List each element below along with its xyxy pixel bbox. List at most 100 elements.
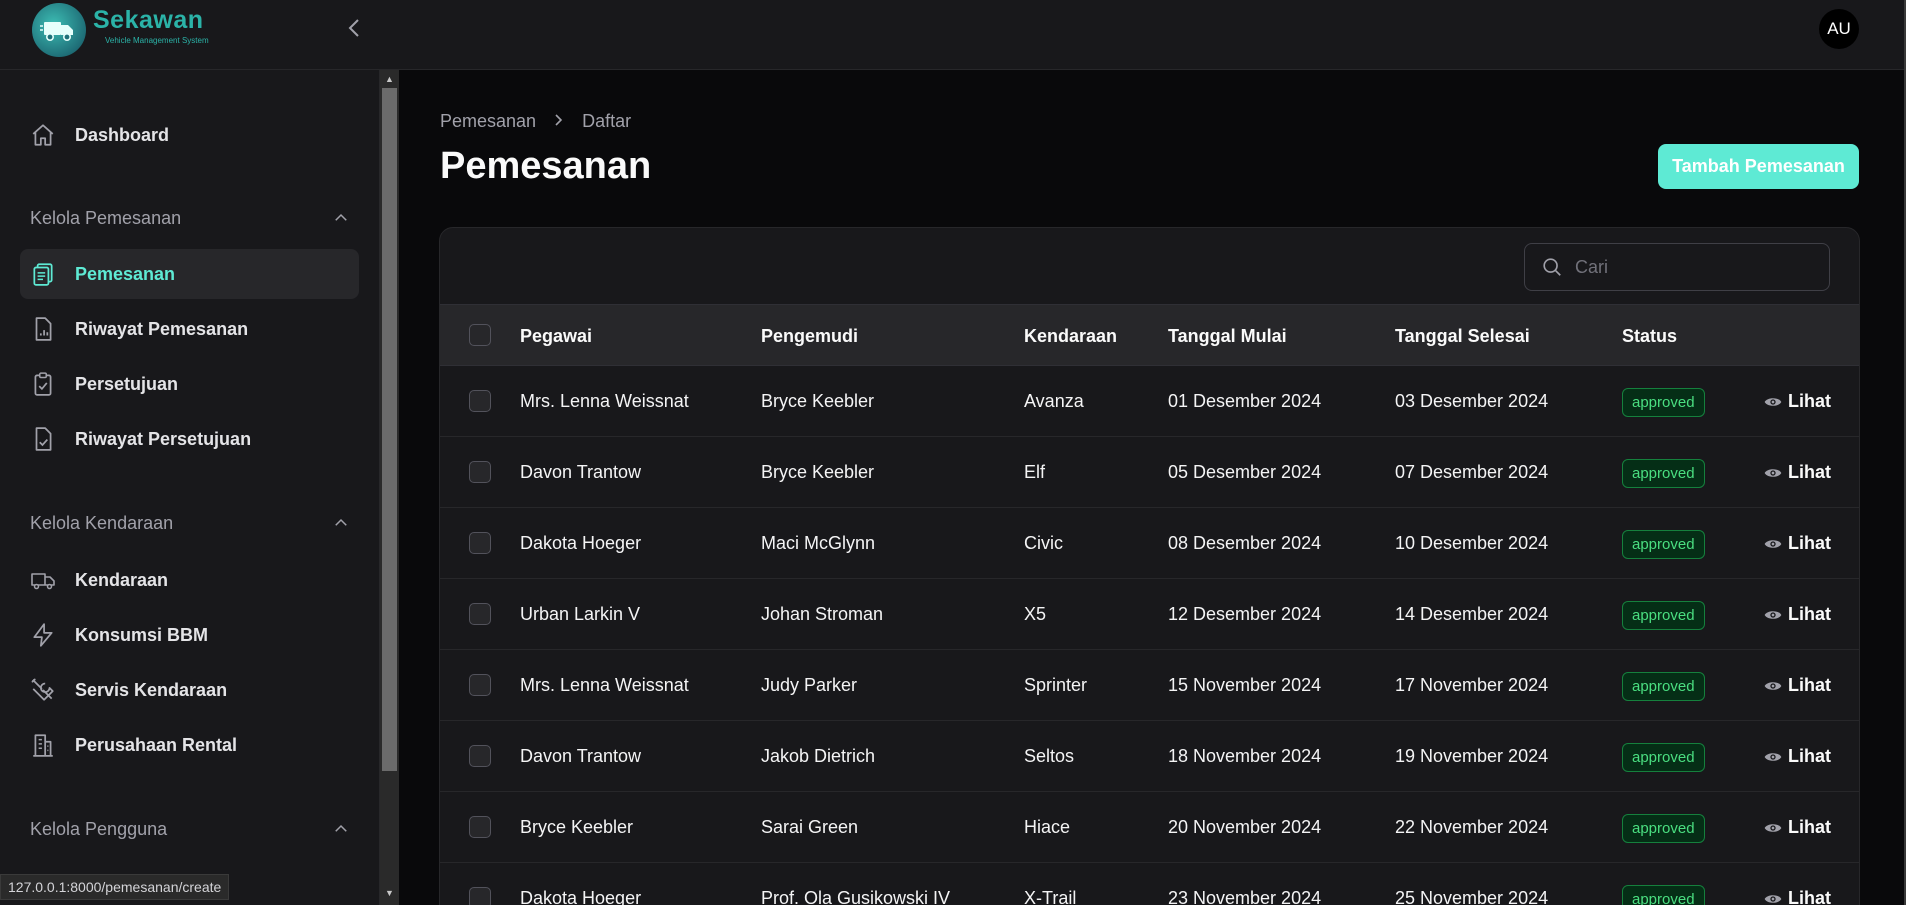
cell-pengemudi: Johan Stroman	[761, 604, 884, 624]
group-kelola-pemesanan[interactable]: Kelola Pemesanan	[30, 203, 350, 233]
cell-selesai: 22 November 2024	[1395, 817, 1549, 837]
sidebar-item-label: Riwayat Persetujuan	[75, 428, 252, 449]
cell-mulai: 01 Desember 2024	[1168, 391, 1322, 411]
cell-pegawai: Mrs. Lenna Weissnat	[520, 391, 689, 411]
sidebar-item-pemesanan[interactable]: Pemesanan	[20, 249, 359, 299]
cell-mulai: 12 Desember 2024	[1168, 604, 1322, 624]
breadcrumb-current: Daftar	[582, 111, 632, 131]
cell-selesai: 19 November 2024	[1395, 746, 1549, 766]
view-link-label: Lihat	[1788, 675, 1831, 695]
table-row[interactable]: Dakota Hoeger Prof. Ola Gusikowski IV X-Tr…	[440, 863, 1859, 905]
cell-kendaraan: Hiace	[1024, 817, 1071, 837]
brand: Sekawan Vehicle Management System	[93, 6, 209, 45]
cell-selesai: 03 Desember 2024	[1395, 391, 1549, 411]
cell-kendaraan: Avanza	[1024, 391, 1084, 411]
row-checkbox[interactable]	[469, 816, 491, 838]
eye-icon	[1764, 539, 1782, 548]
sidebar-scrollbar[interactable]: ▲ ▼	[380, 70, 399, 905]
logo[interactable]	[32, 3, 86, 57]
row-checkbox[interactable]	[469, 674, 491, 696]
search-box[interactable]	[1524, 243, 1830, 291]
group-kelola-pengguna[interactable]: Kelola Pengguna	[30, 814, 350, 844]
table-row[interactable]: Dakota Hoeger Maci McGlynn Civic 08 Desembe…	[440, 508, 1859, 579]
scroll-down-arrow-icon[interactable]: ▼	[380, 885, 399, 901]
row-checkbox[interactable]	[469, 461, 491, 483]
column-header-pengemudi[interactable]: Pengemudi	[761, 305, 858, 367]
view-link-label: Lihat	[1788, 746, 1831, 766]
table-row[interactable]: Mrs. Lenna Weissnat Judy Parker Sprinter 15…	[440, 650, 1859, 721]
table-row[interactable]: Bryce Keebler Sarai Green Hiace 20 November…	[440, 792, 1859, 863]
column-header-pegawai[interactable]: Pegawai	[520, 305, 592, 367]
row-checkbox[interactable]	[469, 745, 491, 767]
truck-icon	[30, 567, 56, 593]
page-title: Pemesanan	[440, 145, 652, 187]
eye-icon	[1764, 468, 1782, 477]
view-link-label: Lihat	[1788, 391, 1831, 411]
view-link[interactable]: Lihat	[1763, 863, 1831, 905]
cell-pegawai: Mrs. Lenna Weissnat	[520, 675, 689, 695]
chevron-up-icon	[335, 824, 347, 832]
view-link[interactable]: Lihat	[1763, 579, 1831, 650]
eye-icon	[1764, 823, 1782, 832]
row-checkbox[interactable]	[469, 603, 491, 625]
search-input[interactable]	[1575, 256, 1815, 278]
clipboard-icon	[30, 261, 56, 287]
view-link[interactable]: Lihat	[1763, 721, 1831, 792]
row-checkbox[interactable]	[469, 390, 491, 412]
breadcrumb-parent[interactable]: Pemesanan	[440, 111, 536, 132]
scrollbar-thumb[interactable]	[382, 88, 397, 771]
cell-selesai: 07 Desember 2024	[1395, 462, 1549, 482]
view-link[interactable]: Lihat	[1763, 650, 1831, 721]
status-badge: approved	[1622, 814, 1705, 843]
sidebar-item-kendaraan[interactable]: Kendaraan	[20, 555, 359, 605]
view-link[interactable]: Lihat	[1763, 437, 1831, 508]
cell-pengemudi: Prof. Ola Gusikowski IV	[761, 888, 951, 905]
table-row[interactable]: Mrs. Lenna Weissnat Bryce Keebler Avanza 01…	[440, 366, 1859, 437]
column-header-tanggal-mulai[interactable]: Tanggal Mulai	[1168, 305, 1287, 367]
clipboard-check-icon	[30, 371, 56, 397]
table-row[interactable]: Davon Trantow Bryce Keebler Elf 05 Desember…	[440, 437, 1859, 508]
eye-icon	[1764, 681, 1782, 690]
sidebar-item-riwayat-persetujuan[interactable]: Riwayat Persetujuan	[20, 414, 359, 464]
sidebar-collapse-button[interactable]	[343, 16, 367, 40]
sidebar-item-perusahaan-rental[interactable]: Perusahaan Rental	[20, 720, 359, 770]
row-checkbox[interactable]	[469, 532, 491, 554]
sidebar-item-label: Servis Kendaraan	[75, 679, 228, 700]
sidebar-item-label: Perusahaan Rental	[75, 734, 238, 755]
cell-pegawai: Dakota Hoeger	[520, 888, 642, 905]
sidebar-item-label: Konsumsi BBM	[75, 624, 209, 645]
view-link[interactable]: Lihat	[1763, 366, 1831, 437]
eye-icon	[1764, 610, 1782, 619]
scroll-up-arrow-icon[interactable]: ▲	[380, 71, 399, 87]
column-header-status[interactable]: Status	[1622, 305, 1677, 367]
brand-name: Sekawan	[93, 6, 204, 34]
view-link[interactable]: Lihat	[1763, 508, 1831, 579]
status-badge: approved	[1622, 672, 1705, 701]
sidebar-item-servis-kendaraan[interactable]: Servis Kendaraan	[20, 665, 359, 715]
sidebar-item-persetujuan[interactable]: Persetujuan	[20, 359, 359, 409]
cell-mulai: 05 Desember 2024	[1168, 462, 1322, 482]
wrench-screwdriver-icon	[30, 677, 56, 703]
column-header-kendaraan[interactable]: Kendaraan	[1024, 305, 1117, 367]
chevron-up-icon	[335, 213, 347, 221]
status-badge: approved	[1622, 388, 1705, 417]
group-kelola-kendaraan[interactable]: Kelola Kendaraan	[30, 508, 350, 538]
cell-kendaraan: Sprinter	[1024, 675, 1088, 695]
select-all-checkbox[interactable]	[469, 324, 491, 346]
top-bar: Sekawan Vehicle Management System AU	[0, 0, 1906, 70]
tambah-pemesanan-button[interactable]: Tambah Pemesanan	[1658, 144, 1859, 189]
cell-mulai: 23 November 2024	[1168, 888, 1322, 905]
cell-selesai: 10 Desember 2024	[1395, 533, 1549, 553]
home-icon	[30, 122, 56, 148]
sidebar-item-dashboard[interactable]: Dashboard	[20, 110, 359, 160]
column-header-tanggal-selesai[interactable]: Tanggal Selesai	[1395, 305, 1530, 367]
cell-pengemudi: Judy Parker	[761, 675, 858, 695]
eye-icon	[1764, 397, 1782, 406]
table-row[interactable]: Davon Trantow Jakob Dietrich Seltos 18 Nove…	[440, 721, 1859, 792]
view-link[interactable]: Lihat	[1763, 792, 1831, 863]
row-checkbox[interactable]	[469, 887, 491, 905]
sidebar-item-konsumsi-bbm[interactable]: Konsumsi BBM	[20, 610, 359, 660]
table-row[interactable]: Urban Larkin V Johan Stroman X5 12 Desember…	[440, 579, 1859, 650]
sidebar-item-riwayat-pemesanan[interactable]: Riwayat Pemesanan	[20, 304, 359, 354]
avatar[interactable]: AU	[1819, 9, 1859, 49]
